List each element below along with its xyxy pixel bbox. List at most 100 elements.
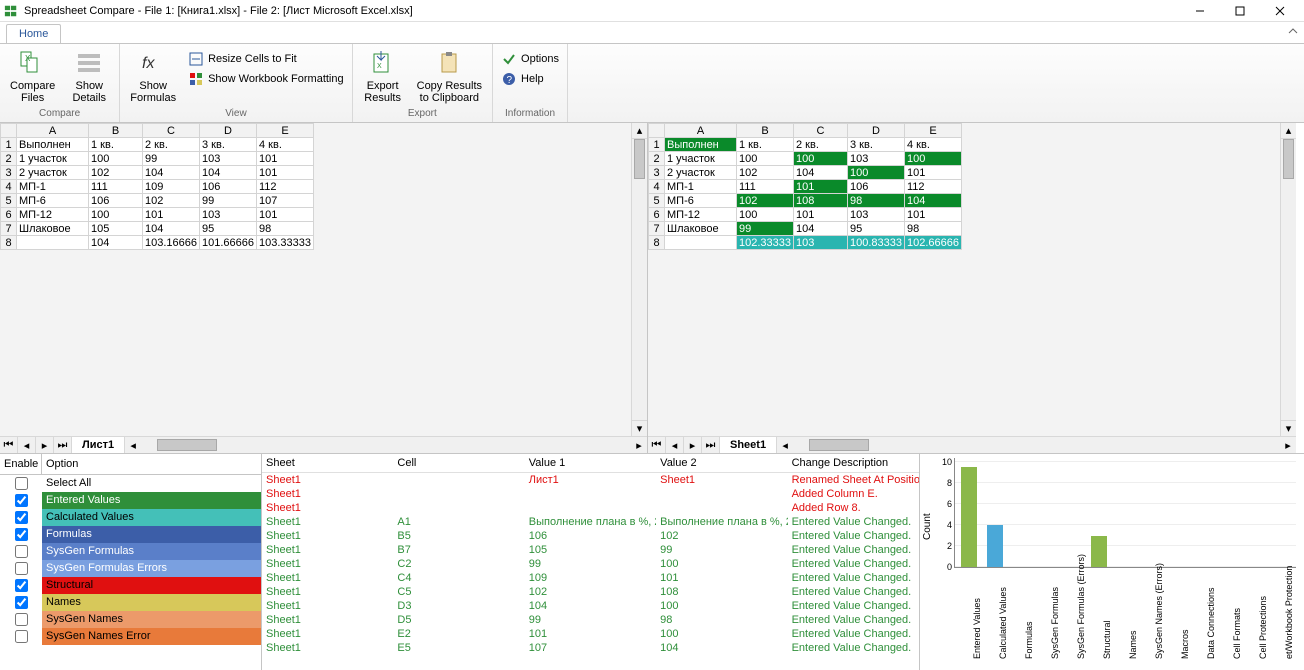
col-header[interactable]: C [143, 124, 200, 138]
col-header[interactable]: A [665, 124, 737, 138]
cell[interactable]: МП-1 [665, 180, 737, 194]
cell[interactable]: 102 [89, 166, 143, 180]
col-header[interactable]: D [848, 124, 905, 138]
option-label[interactable]: Formulas [42, 526, 261, 543]
results-row[interactable]: Sheet1E5107104Entered Value Changed. [262, 641, 919, 655]
cell[interactable]: 106 [848, 180, 905, 194]
cell[interactable]: 112 [905, 180, 962, 194]
results-col-header[interactable]: Value 2 [656, 454, 787, 473]
cell[interactable]: 101 [905, 208, 962, 222]
cell[interactable]: 103 [200, 152, 257, 166]
col-header[interactable]: A [17, 124, 89, 138]
cell[interactable]: 3 кв. [200, 138, 257, 152]
col-header[interactable]: E [905, 124, 962, 138]
row-header[interactable]: 3 [1, 166, 17, 180]
cell[interactable]: 106 [89, 194, 143, 208]
cell[interactable] [17, 236, 89, 250]
close-button[interactable] [1260, 0, 1300, 22]
cell[interactable]: 104 [89, 236, 143, 250]
cell[interactable]: МП-12 [17, 208, 89, 222]
cell[interactable]: 102 [737, 166, 794, 180]
cell[interactable]: Шлаковое [665, 222, 737, 236]
cell[interactable]: 2 кв. [794, 138, 848, 152]
results-col-header[interactable]: Sheet [262, 454, 393, 473]
cell[interactable]: 101 [257, 152, 314, 166]
row-header[interactable]: 8 [1, 236, 17, 250]
row-header[interactable]: 7 [1, 222, 17, 236]
cell[interactable]: 4 кв. [905, 138, 962, 152]
cell[interactable]: 2 участок [665, 166, 737, 180]
cell[interactable]: 105 [89, 222, 143, 236]
option-label[interactable]: Entered Values [42, 492, 261, 509]
sheet-tab-file2[interactable]: Sheet1 [720, 437, 777, 453]
option-checkbox[interactable] [15, 579, 28, 592]
results-row[interactable]: Sheet1Added Row 8. [262, 501, 919, 515]
cell[interactable]: 100 [737, 152, 794, 166]
cell[interactable]: 104 [143, 222, 200, 236]
results-col-header[interactable]: Cell [393, 454, 524, 473]
cell[interactable]: 101 [794, 180, 848, 194]
cell[interactable]: 102.66666 [905, 236, 962, 250]
help-button[interactable]: ? Help [499, 70, 561, 88]
cell[interactable]: 104 [794, 222, 848, 236]
cell[interactable]: 95 [200, 222, 257, 236]
scroll-thumb[interactable] [634, 139, 645, 179]
cell[interactable]: 103 [794, 236, 848, 250]
options-button[interactable]: Options [499, 50, 561, 68]
row-header[interactable]: 7 [649, 222, 665, 236]
cell[interactable]: 100 [794, 152, 848, 166]
cell[interactable]: 102.33333 [737, 236, 794, 250]
scrollbar-vertical-file2[interactable]: ▴ ▾ [1280, 123, 1296, 436]
option-label[interactable]: Calculated Values [42, 509, 261, 526]
cell[interactable]: 104 [905, 194, 962, 208]
nav-first-icon[interactable]: ⏮ [0, 437, 18, 453]
cell[interactable]: 98 [257, 222, 314, 236]
cell[interactable]: 101 [794, 208, 848, 222]
cell[interactable]: 111 [89, 180, 143, 194]
cell[interactable]: 100 [89, 208, 143, 222]
cell[interactable]: 99 [737, 222, 794, 236]
row-header[interactable]: 2 [1, 152, 17, 166]
cell[interactable]: 101 [905, 166, 962, 180]
cell[interactable]: 1 кв. [89, 138, 143, 152]
cell[interactable]: 99 [143, 152, 200, 166]
cell[interactable]: 100 [89, 152, 143, 166]
cell[interactable]: 98 [905, 222, 962, 236]
maximize-button[interactable] [1220, 0, 1260, 22]
cell[interactable]: Выполнен [17, 138, 89, 152]
cell[interactable]: МП-12 [665, 208, 737, 222]
nav-prev-icon[interactable]: ◂ [18, 437, 36, 453]
nav-last-icon[interactable]: ⏭ [702, 437, 720, 453]
resize-cells-button[interactable]: Resize Cells to Fit [186, 50, 346, 68]
option-checkbox[interactable] [15, 562, 28, 575]
row-header[interactable]: 5 [1, 194, 17, 208]
cell[interactable]: 100.83333 [848, 236, 905, 250]
row-header[interactable]: 1 [1, 138, 17, 152]
row-header[interactable]: 4 [649, 180, 665, 194]
option-label[interactable]: SysGen Formulas [42, 543, 261, 560]
row-header[interactable]: 1 [649, 138, 665, 152]
option-checkbox[interactable] [15, 630, 28, 643]
cell[interactable]: 112 [257, 180, 314, 194]
results-row[interactable]: Sheet1C4109101Entered Value Changed. [262, 571, 919, 585]
scroll-up-icon[interactable]: ▴ [1281, 123, 1296, 139]
cell[interactable]: 103 [848, 208, 905, 222]
cell[interactable]: 1 участок [17, 152, 89, 166]
results-table[interactable]: SheetCellValue 1Value 2Change Descriptio… [262, 454, 919, 655]
option-checkbox[interactable] [15, 511, 28, 524]
cell[interactable]: 101.66666 [200, 236, 257, 250]
copy-results-button[interactable]: Copy Resultsto Clipboard [413, 46, 486, 106]
tab-home[interactable]: Home [6, 24, 61, 43]
cell[interactable]: 1 кв. [737, 138, 794, 152]
results-col-header[interactable]: Value 1 [525, 454, 656, 473]
row-header[interactable]: 2 [649, 152, 665, 166]
results-row[interactable]: Sheet1C5102108Entered Value Changed. [262, 585, 919, 599]
scroll-up-icon[interactable]: ▴ [632, 123, 647, 139]
compare-files-button[interactable]: X CompareFiles [6, 46, 59, 106]
option-checkbox[interactable] [15, 596, 28, 609]
scrollbar-vertical-file1[interactable]: ▴ ▾ [631, 123, 647, 436]
option-checkbox[interactable] [15, 528, 28, 541]
cell[interactable]: МП-6 [665, 194, 737, 208]
cell[interactable]: 95 [848, 222, 905, 236]
option-checkbox[interactable] [15, 477, 28, 490]
